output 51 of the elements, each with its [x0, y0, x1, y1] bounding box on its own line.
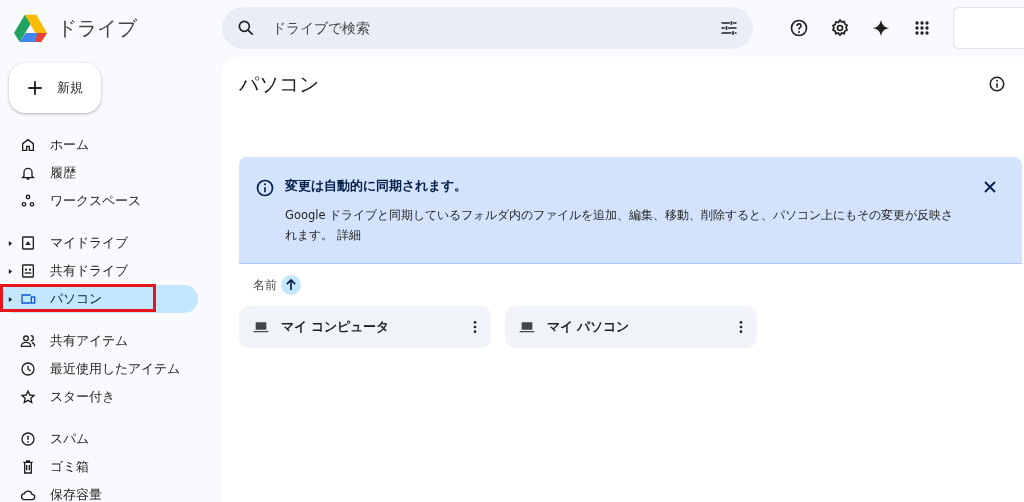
settings-icon[interactable] [830, 18, 850, 38]
sidebar-item[interactable]: マイドライブ [0, 229, 198, 257]
sidebar-item[interactable]: パソコン [0, 285, 198, 313]
info-icon[interactable] [988, 75, 1006, 93]
computer-name: マイ コンピュータ [281, 318, 391, 336]
new-button[interactable]: 新規 [9, 63, 101, 113]
drive-logo-icon [14, 14, 47, 42]
shared-drive-icon [20, 263, 36, 279]
app-title: ドライブ [57, 14, 137, 42]
sidebar-item[interactable]: スパム [0, 425, 198, 453]
filter-icon[interactable] [719, 18, 739, 38]
spam-icon [20, 431, 36, 447]
sort-label: 名前 [253, 276, 277, 294]
sidebar-item[interactable]: 共有アイテム [0, 327, 198, 355]
star-icon [20, 389, 36, 405]
bell-icon [20, 165, 36, 181]
computer-name: マイ パソコン [547, 318, 631, 336]
computers-icon [20, 291, 36, 307]
clock-icon [20, 361, 36, 377]
sidebar-item[interactable]: 最近使用したアイテム [0, 355, 198, 383]
sidebar-item[interactable]: 共有ドライブ [0, 257, 198, 285]
sidebar-item[interactable]: 履歴 [0, 159, 198, 187]
plus-icon [25, 78, 45, 98]
computer-card[interactable]: マイ コンピュータ [239, 306, 491, 348]
banner-text: Google ドライブと同期しているフォルダ内のファイルを追加、編集、移動、削除すると、パソコン上にもその変更が反映されます。 詳細 [285, 207, 955, 244]
info-icon [255, 178, 275, 198]
search-input[interactable]: ドライブで検索 [270, 19, 705, 37]
caret-icon[interactable] [8, 295, 13, 303]
home-icon [20, 137, 36, 153]
search-field[interactable]: ドライブで検索 [222, 7, 753, 49]
sidebar-item[interactable]: スター付き [0, 383, 198, 411]
laptop-icon [519, 319, 535, 335]
cloud-icon [20, 487, 36, 502]
laptop-icon [253, 319, 269, 335]
dots-icon [20, 193, 36, 209]
search-icon [236, 18, 256, 38]
details-link[interactable]: 詳細 [336, 228, 361, 242]
banner-title: 変更は自動的に同期されます。 [285, 177, 468, 195]
computer-card[interactable]: マイ パソコン [505, 306, 757, 348]
caret-icon[interactable] [8, 267, 13, 275]
page-title: パソコン [239, 70, 319, 98]
sidebar-item[interactable]: ゴミ箱 [0, 453, 198, 481]
sidebar-item[interactable]: 保存容量 [0, 481, 198, 502]
trash-icon [20, 459, 36, 475]
help-icon[interactable] [789, 18, 809, 38]
sparkle-icon[interactable] [871, 18, 891, 38]
sidebar-item[interactable]: ホーム [0, 131, 198, 159]
caret-icon[interactable] [8, 239, 13, 247]
drive-icon [20, 235, 36, 251]
sidebar-item[interactable]: ワークスペース [0, 187, 198, 215]
people-icon [20, 333, 36, 349]
